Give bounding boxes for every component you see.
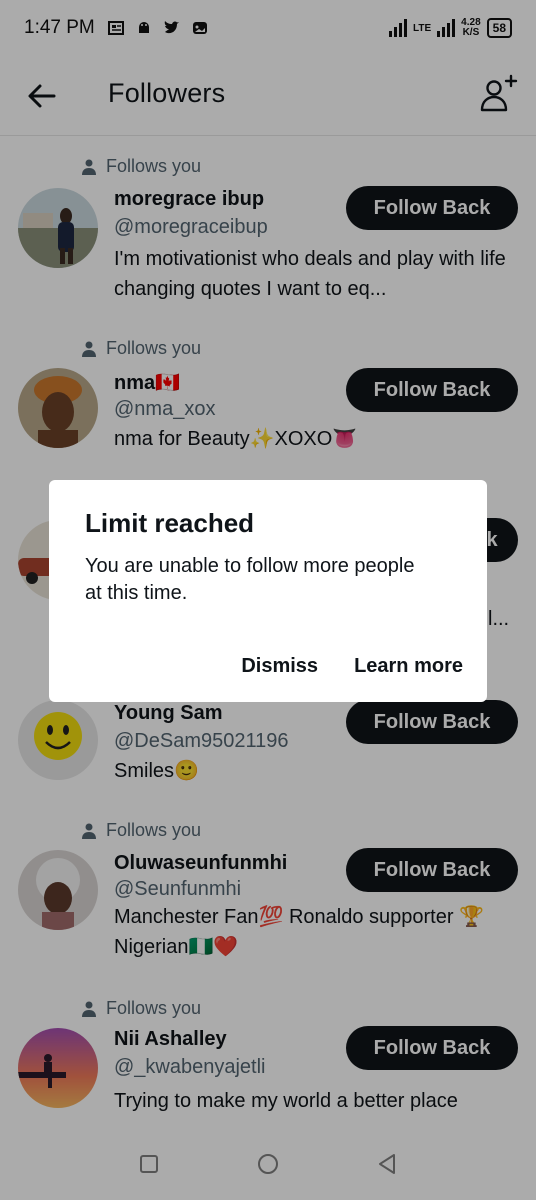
system-nav-bar xyxy=(0,1128,536,1200)
dialog-message: You are unable to follow more people at … xyxy=(85,555,415,604)
dialog-title: Limit reached xyxy=(85,508,255,538)
triangle-back-icon[interactable] xyxy=(375,1152,399,1176)
limit-reached-dialog: Limit reached You are unable to follow m… xyxy=(49,480,487,702)
circle-icon[interactable] xyxy=(256,1152,280,1176)
square-icon[interactable] xyxy=(137,1152,161,1176)
dismiss-button[interactable]: Dismiss xyxy=(241,655,318,678)
learn-more-button[interactable]: Learn more xyxy=(354,655,463,678)
dialog-actions: Dismiss Learn more xyxy=(241,655,463,678)
